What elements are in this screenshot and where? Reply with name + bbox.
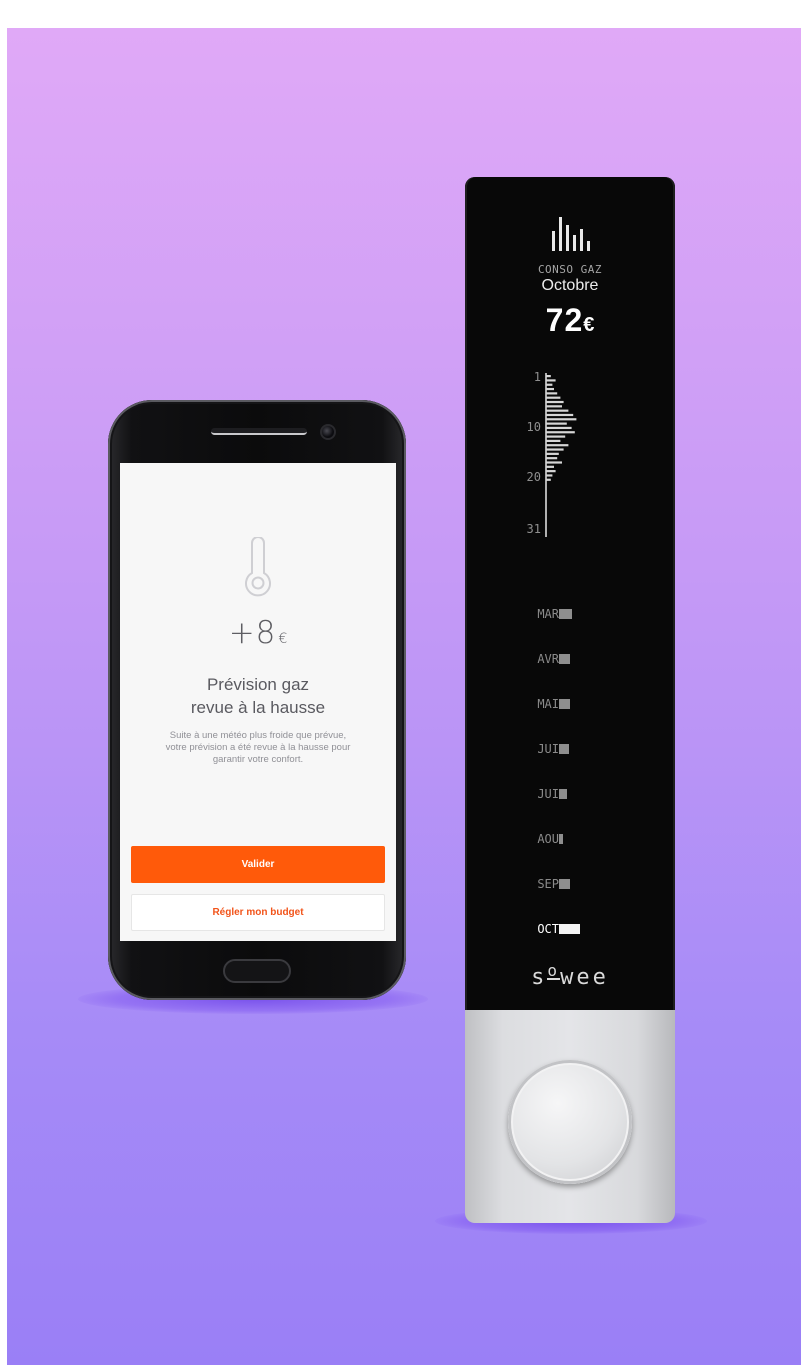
daily-axis-label: 20 — [527, 470, 541, 484]
daily-bar — [546, 418, 577, 421]
home-button[interactable] — [223, 959, 291, 983]
consumption-amount: 72€ — [465, 302, 675, 339]
month-label: SEP — [537, 877, 559, 891]
daily-bar — [546, 457, 558, 460]
daily-bar — [546, 435, 566, 438]
daily-bar — [546, 405, 562, 408]
adjust-budget-button[interactable]: Régler mon budget — [131, 894, 385, 931]
daily-axis-label: 31 — [527, 522, 541, 536]
daily-bar — [546, 478, 551, 481]
month-bar — [559, 654, 570, 664]
month-bar — [559, 924, 580, 934]
month-label: AOU — [537, 832, 559, 846]
forecast-currency: € — [278, 631, 288, 647]
daily-consumption-chart: 1 10 20 31 — [527, 370, 577, 537]
daily-bar — [546, 387, 554, 391]
month-label: AVR — [537, 652, 559, 666]
smartphone: +8 € Prévision gaz revue à la hausse Suit… — [108, 400, 406, 1000]
daily-bar — [546, 409, 569, 412]
month-bar — [559, 744, 569, 754]
month-label: JUI — [537, 787, 559, 801]
month-label: Octobre — [541, 277, 599, 294]
month-row: SEP — [465, 875, 573, 893]
month-bar — [559, 789, 567, 799]
forecast-title-line2: revue à la hausse — [190, 698, 326, 717]
daily-bar — [546, 465, 554, 468]
daily-bar — [546, 426, 572, 430]
month-bar — [559, 834, 563, 844]
month-row: AOU — [465, 830, 573, 848]
forecast-title-line1: Prévision gaz — [206, 675, 310, 694]
daily-bar — [546, 474, 553, 477]
amount-currency: € — [583, 314, 595, 336]
logo-letter: o — [547, 961, 561, 980]
sowee-device: CONSO GAZ Octobre 72€ 1 10 20 31 MAR AVR MAI J… — [465, 177, 675, 1223]
forecast-title: Prévision gaz revue à la hausse — [120, 673, 396, 719]
daily-bar — [546, 452, 559, 455]
forecast-amount: +8 — [228, 615, 277, 651]
month-label: JUI — [537, 742, 559, 756]
month-row: MAR — [465, 605, 573, 623]
daily-bar — [546, 383, 553, 386]
daily-bar — [546, 392, 558, 395]
daily-bar — [546, 400, 564, 404]
bar-chart-icon — [552, 217, 590, 251]
month-row: JUI — [465, 740, 573, 758]
device-display: CONSO GAZ Octobre 72€ 1 10 20 31 MAR AVR MAI J… — [465, 177, 675, 1011]
conso-label: CONSO GAZ — [537, 263, 603, 276]
daily-bar — [546, 413, 574, 417]
forecast-delta: +8 € — [120, 615, 396, 651]
month-bar — [559, 879, 570, 889]
month-row: MAI — [465, 695, 573, 713]
month-bar — [559, 609, 572, 619]
month-row: OCT — [465, 920, 580, 938]
month-label: MAI — [537, 697, 559, 711]
daily-bar — [546, 461, 562, 464]
daily-bar — [546, 444, 569, 447]
phone-camera — [320, 424, 336, 440]
daily-bar — [546, 422, 567, 425]
daily-bar — [546, 448, 564, 451]
month-row: AVR — [465, 650, 573, 668]
phone-screen: +8 € Prévision gaz revue à la hausse Suit… — [120, 463, 396, 941]
daily-axis-label: 1 — [534, 370, 541, 384]
amount-value: 72 — [545, 302, 584, 338]
daily-bar — [546, 375, 551, 378]
logo-letter: s — [531, 965, 548, 990]
forecast-description: Suite à une météo plus froide que prévue… — [165, 730, 351, 765]
validate-button[interactable]: Valider — [131, 846, 385, 883]
logo-letter: e — [592, 965, 609, 990]
daily-bar — [546, 470, 556, 473]
month-bar — [559, 699, 570, 709]
thermometer-icon — [245, 537, 271, 597]
device-base — [465, 1010, 675, 1223]
daily-bar — [546, 431, 575, 434]
month-label: OCT — [537, 922, 559, 936]
logo-letter: w — [560, 965, 577, 990]
sowee-logo: sowee — [465, 961, 675, 991]
daily-bar — [546, 396, 561, 399]
daily-bar — [546, 439, 561, 442]
phone-speaker — [211, 428, 307, 435]
daily-bar — [546, 379, 556, 382]
control-knob[interactable] — [508, 1060, 632, 1184]
daily-axis-label: 10 — [527, 420, 541, 434]
month-label: MAR — [537, 607, 559, 621]
logo-letter: e — [576, 965, 593, 990]
month-row: JUI — [465, 785, 573, 803]
